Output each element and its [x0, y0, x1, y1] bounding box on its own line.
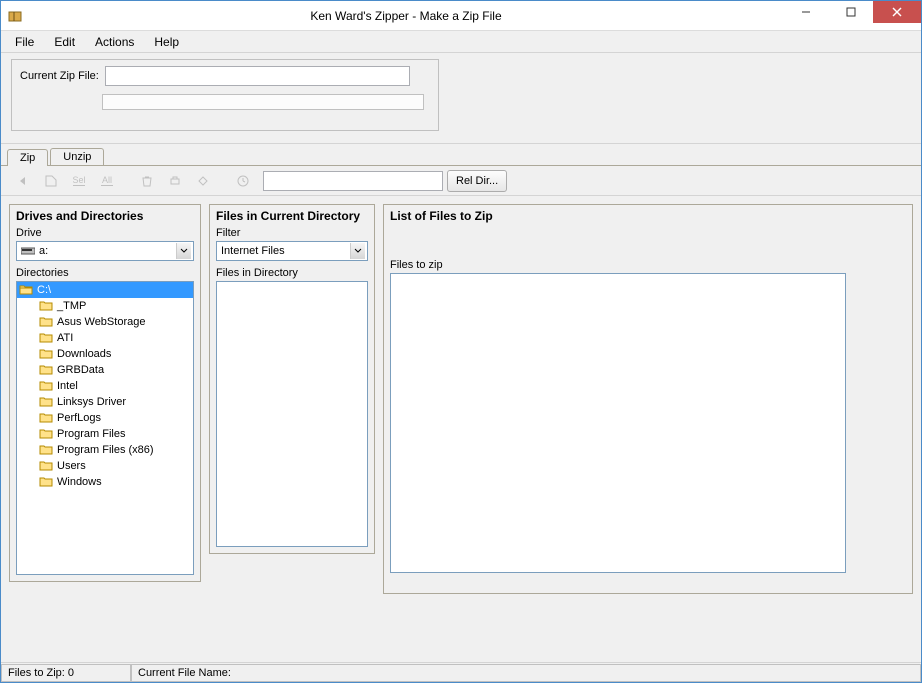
- tree-item[interactable]: Users: [17, 458, 193, 474]
- tree-item-label: GRBData: [57, 364, 104, 376]
- app-icon: [7, 8, 23, 24]
- window-title: Ken Ward's Zipper - Make a Zip File: [29, 9, 783, 23]
- status-files-to-zip: Files to Zip: 0: [1, 664, 131, 682]
- folder-open-icon: [19, 283, 33, 298]
- tree-item[interactable]: _TMP: [17, 298, 193, 314]
- menu-help[interactable]: Help: [144, 32, 189, 52]
- tree-item-label: Asus WebStorage: [57, 316, 145, 328]
- filter-value: Internet Files: [221, 245, 285, 257]
- maximize-button[interactable]: [828, 1, 873, 23]
- drive-dropdown[interactable]: a:: [16, 241, 194, 261]
- tree-item[interactable]: Linksys Driver: [17, 394, 193, 410]
- tree-root[interactable]: C:\: [17, 282, 193, 298]
- reldir-button[interactable]: Rel Dir...: [447, 170, 507, 192]
- folder-icon: [39, 379, 53, 394]
- header-area: Current Zip File:: [1, 53, 921, 144]
- window-controls: [783, 1, 921, 30]
- back-icon[interactable]: [11, 169, 35, 193]
- floppy-icon: [21, 246, 35, 256]
- tree-item-label: Intel: [57, 380, 78, 392]
- tree-item-label: _TMP: [57, 300, 86, 312]
- tree-item[interactable]: Windows: [17, 474, 193, 490]
- tree-item-label: Users: [57, 460, 86, 472]
- trash-icon[interactable]: [135, 169, 159, 193]
- select-button[interactable]: Sel: [67, 169, 91, 193]
- tree-item[interactable]: Program Files: [17, 426, 193, 442]
- folder-icon: [39, 411, 53, 426]
- status-bar: Files to Zip: 0 Current File Name:: [1, 662, 921, 682]
- zip-list-panel: List of Files to Zip Files to zip: [383, 204, 913, 594]
- menu-actions[interactable]: Actions: [85, 32, 144, 52]
- drives-panel-title: Drives and Directories: [16, 209, 194, 223]
- close-button[interactable]: [873, 1, 921, 23]
- tree-item-label: Downloads: [57, 348, 111, 360]
- status-current-file: Current File Name:: [131, 664, 921, 682]
- all-button[interactable]: All: [95, 169, 119, 193]
- folder-icon: [39, 363, 53, 378]
- tag-icon[interactable]: [39, 169, 63, 193]
- menu-edit[interactable]: Edit: [44, 32, 85, 52]
- filter-dropdown[interactable]: Internet Files: [216, 241, 368, 261]
- zip-list-title: List of Files to Zip: [390, 209, 906, 223]
- tree-item-label: Program Files: [57, 428, 125, 440]
- progress-bar: [102, 94, 424, 110]
- folder-icon: [39, 347, 53, 362]
- tree-item[interactable]: Asus WebStorage: [17, 314, 193, 330]
- title-bar: Ken Ward's Zipper - Make a Zip File: [1, 1, 921, 31]
- tree-item[interactable]: ATI: [17, 330, 193, 346]
- clock-icon[interactable]: [231, 169, 255, 193]
- menu-bar: File Edit Actions Help: [1, 31, 921, 53]
- folder-icon: [39, 427, 53, 442]
- folder-icon: [39, 475, 53, 490]
- current-zip-label: Current Zip File:: [20, 70, 99, 82]
- directories-tree[interactable]: C:\ _TMP Asus WebStorage ATI Downloads GRBDa…: [16, 281, 194, 575]
- tree-item-label: Linksys Driver: [57, 396, 126, 408]
- files-to-zip-label: Files to zip: [390, 259, 906, 271]
- minimize-button[interactable]: [783, 1, 828, 23]
- zip-listbox[interactable]: [390, 273, 846, 573]
- files-panel-title: Files in Current Directory: [216, 209, 368, 223]
- files-in-dir-label: Files in Directory: [216, 267, 368, 279]
- tree-item[interactable]: PerfLogs: [17, 410, 193, 426]
- tree-root-label: C:\: [37, 284, 51, 296]
- tree-item[interactable]: Program Files (x86): [17, 442, 193, 458]
- files-listbox[interactable]: [216, 281, 368, 547]
- tree-item[interactable]: Intel: [17, 378, 193, 394]
- folder-icon: [39, 331, 53, 346]
- directories-label: Directories: [16, 267, 194, 279]
- print-icon[interactable]: [163, 169, 187, 193]
- tree-item-label: Program Files (x86): [57, 444, 154, 456]
- folder-icon: [39, 395, 53, 410]
- drives-panel: Drives and Directories Drive a: Director…: [9, 204, 201, 582]
- toolbar: Sel All Rel Dir...: [1, 166, 921, 196]
- chevron-down-icon: [176, 243, 191, 259]
- folder-icon: [39, 459, 53, 474]
- tree-item[interactable]: GRBData: [17, 362, 193, 378]
- main-content: Drives and Directories Drive a: Director…: [1, 196, 921, 662]
- files-panel: Files in Current Directory Filter Intern…: [209, 204, 375, 554]
- tree-item-label: Windows: [57, 476, 102, 488]
- chevron-down-icon: [350, 243, 365, 259]
- tab-bar: Zip Unzip: [1, 144, 921, 166]
- folder-icon: [39, 443, 53, 458]
- tree-item-label: ATI: [57, 332, 73, 344]
- tab-zip[interactable]: Zip: [7, 149, 48, 166]
- tab-unzip[interactable]: Unzip: [50, 148, 104, 165]
- menu-file[interactable]: File: [5, 32, 44, 52]
- drive-value: a:: [39, 245, 48, 257]
- filter-label: Filter: [216, 227, 368, 239]
- folder-icon: [39, 299, 53, 314]
- folder-icon: [39, 315, 53, 330]
- diamond-icon[interactable]: [191, 169, 215, 193]
- path-input[interactable]: [263, 171, 443, 191]
- tree-item-label: PerfLogs: [57, 412, 101, 424]
- current-zip-input[interactable]: [105, 66, 410, 86]
- drive-label: Drive: [16, 227, 194, 239]
- tree-item[interactable]: Downloads: [17, 346, 193, 362]
